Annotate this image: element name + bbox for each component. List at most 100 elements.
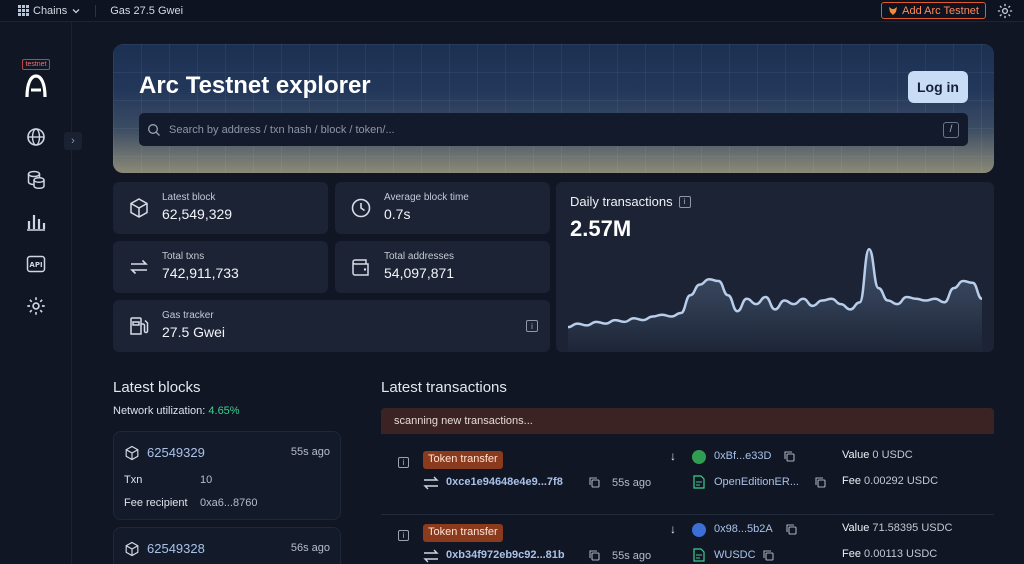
fee-recipient-address[interactable]: 0xa6...8760 [200,497,258,509]
stat-value: 742,911,733 [162,265,239,281]
value-amount: 0 USDC [872,449,913,461]
tx-age: 55s ago [612,550,652,562]
transaction-row: i Token transfer 0xb34f972eb9c92...81b 5… [381,518,994,564]
clock-icon [351,198,371,218]
info-icon[interactable]: i [398,457,409,468]
arc-logo-icon [25,74,47,98]
settings-icon[interactable] [25,295,47,317]
add-network-button[interactable]: Add Arc Testnet [881,2,986,19]
gas-pump-icon [130,317,149,335]
fee-amount: 0.00292 USDC [864,475,939,487]
avatar [692,450,706,464]
cube-icon [125,445,139,461]
daily-transactions-chart: Daily transactions i 2.57M [556,182,994,352]
add-network-label: Add Arc Testnet [902,4,979,17]
tx-type-badge: Token transfer [423,524,503,542]
coins-icon[interactable] [25,168,47,190]
cube-icon [130,198,148,218]
globe-icon[interactable] [25,126,47,148]
to-address-link[interactable]: 0x98...5b2A [714,523,773,535]
block-age: 56s ago [290,542,330,554]
api-icon[interactable]: API [25,253,47,275]
stat-average-block-time: Average block time 0.7s [335,182,550,234]
stat-value: 0.7s [384,206,411,222]
cube-icon [125,541,139,557]
stat-value: 54,097,871 [384,265,455,281]
network-utilization: Network utilization: 4.65% [113,405,240,417]
stat-label: Average block time [384,192,469,203]
contract-icon [693,548,705,562]
block-number-link[interactable]: 62549329 [147,445,205,460]
block-age: 55s ago [290,446,330,458]
top-bar: Chains Gas 27.5 Gwei Add Arc Testnet [0,0,1024,22]
info-icon[interactable]: i [526,320,538,332]
chart-plot [567,247,983,352]
stat-total-addresses: Total addresses 54,097,871 [335,241,550,293]
search-bar[interactable]: / [139,113,968,146]
token-link[interactable]: WUSDC [714,549,756,561]
settings-icon[interactable] [996,2,1014,20]
swap-arrows-icon [423,476,439,490]
copy-icon[interactable] [589,477,600,488]
swap-arrows-icon [130,259,148,275]
stat-latest-block: Latest block 62,549,329 [113,182,328,234]
stat-label: Total addresses [384,251,455,262]
token-link[interactable]: OpenEditionER... [714,476,799,488]
to-address-link[interactable]: 0xBf...e33D [714,450,771,462]
hero-banner: Arc Testnet explorer Log in / [113,44,994,173]
tx-hash-link[interactable]: 0xb34f972eb9c92...81b [446,549,583,561]
copy-icon[interactable] [589,550,600,561]
utilization-label: Network utilization: [113,405,206,417]
copy-icon[interactable] [786,524,797,535]
fee-amount: 0.00113 USDC [864,548,938,560]
contract-icon [693,475,705,489]
fox-icon [889,6,898,15]
chains-label: Chains [33,4,68,17]
stat-label: Gas tracker [162,310,214,321]
chevron-right-icon: › [71,135,75,147]
stat-value: 27.5 Gwei [162,324,226,340]
txn-label: Txn [124,474,143,486]
tx-fee: Fee 0.00292 USDC [842,475,938,487]
tx-type-badge: Token transfer [423,451,503,469]
fee-label: Fee [842,548,861,560]
login-button[interactable]: Log in [908,71,968,103]
network-badge: testnet [22,59,50,70]
divider [95,4,97,17]
avatar [692,523,706,537]
value-label: Value [842,522,870,534]
chart-icon[interactable] [25,210,47,232]
svg-text:API: API [29,261,42,269]
stat-total-txns: Total txns 742,911,733 [113,241,328,293]
stat-label: Total txns [162,251,205,262]
tx-value: Value 71.58395 USDC [842,522,953,534]
logo[interactable]: testnet [20,53,52,99]
search-shortcut-key: / [943,121,959,138]
copy-icon[interactable] [784,451,795,462]
tx-hash-link[interactable]: 0xce1e94648e4e9...7f8 [446,476,583,488]
block-card: 62549329 55s ago Txn 10 Fee recipient 0x… [113,431,341,520]
copy-icon[interactable] [763,550,774,561]
block-number-link[interactable]: 62549328 [147,541,205,556]
hero-grid-pattern [113,44,994,173]
wallet-icon [352,259,369,276]
value-amount: 71.58395 USDC [872,522,953,534]
tx-value: Value 0 USDC [842,449,913,461]
search-input[interactable] [169,123,943,136]
arrow-down-icon: ↓ [670,449,676,463]
stat-label: Latest block [162,192,216,203]
swap-arrows-icon [423,549,439,563]
chains-menu[interactable]: Chains [18,5,81,17]
fee-label: Fee [842,475,861,487]
stat-gas-tracker: Gas tracker 27.5 Gwei i [113,300,550,352]
scanning-banner: scanning new transactions... [381,408,994,434]
copy-icon[interactable] [815,477,826,488]
txn-count: 10 [200,474,213,486]
expand-sidebar-button[interactable]: › [64,132,82,150]
chevron-down-icon [72,8,80,13]
tx-age: 55s ago [612,477,652,489]
page-title: Arc Testnet explorer [139,72,371,99]
grid-icon [18,5,29,16]
utilization-value: 4.65% [208,405,240,417]
info-icon[interactable]: i [398,530,409,541]
